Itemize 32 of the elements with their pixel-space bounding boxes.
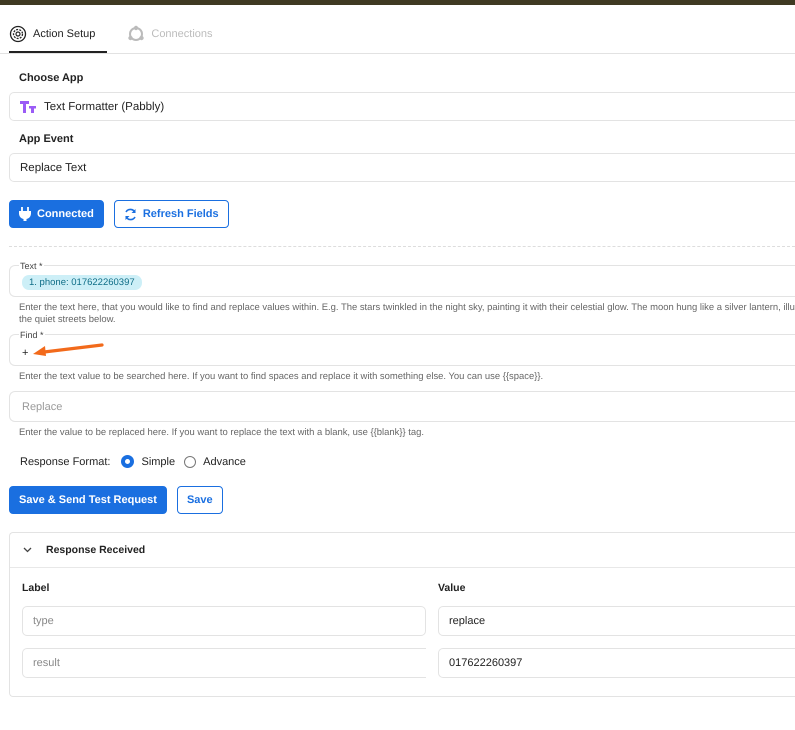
text-format-icon <box>20 100 36 112</box>
refresh-button[interactable]: Refresh Fields <box>114 200 229 228</box>
panel-title: Response Received <box>46 544 146 556</box>
value-field[interactable]: replace <box>438 606 795 636</box>
app-select[interactable]: Text Formatter (Pabbly) <box>9 92 795 121</box>
variable-tag[interactable]: 1. phone: 017622260397 <box>22 275 142 290</box>
label-field[interactable]: type <box>22 606 426 636</box>
radio-button[interactable] <box>184 456 196 468</box>
save-button[interactable]: Save <box>176 486 223 514</box>
event-select[interactable]: Replace Text <box>9 153 795 182</box>
help-text: Enter the value to be replaced here. If you want to replace the text with a blank, use {{blank}} tag. <box>19 427 426 439</box>
connected-button[interactable]: Connected <box>9 200 104 228</box>
radio-label[interactable]: Advance <box>203 456 246 468</box>
column-header: Value <box>438 582 466 594</box>
chevron-down-icon[interactable] <box>23 547 32 553</box>
field-label: Response Format: <box>20 456 110 468</box>
label-field[interactable]: result <box>22 648 426 678</box>
tab[interactable]: Action Setup <box>9 17 108 53</box>
send-test-button[interactable]: Save & Send Test Request <box>9 486 167 514</box>
network-icon <box>127 25 146 43</box>
help-text: Enter the text value to be searched here. If you want to find spaces and replace it with something else. You can use {{space}}. <box>19 371 544 383</box>
value-field[interactable]: 017622260397 <box>438 648 795 678</box>
field-label: Choose App <box>19 72 84 84</box>
help-text: Enter the text here, that you would like to find and replace values within. E.g. The stars twinkled in the night sky, painting it with their celestial glow. The moon hung like a silver lantern, illu the quiet streets below. <box>19 302 795 326</box>
radio-button[interactable] <box>121 455 134 468</box>
gear-icon <box>9 25 27 43</box>
column-header: Label <box>22 582 50 594</box>
radio-label[interactable]: Simple <box>141 456 176 468</box>
refresh-icon <box>124 208 137 220</box>
field-label: App Event <box>19 133 74 145</box>
annotation-arrow <box>32 343 104 357</box>
plug-icon <box>19 207 31 221</box>
